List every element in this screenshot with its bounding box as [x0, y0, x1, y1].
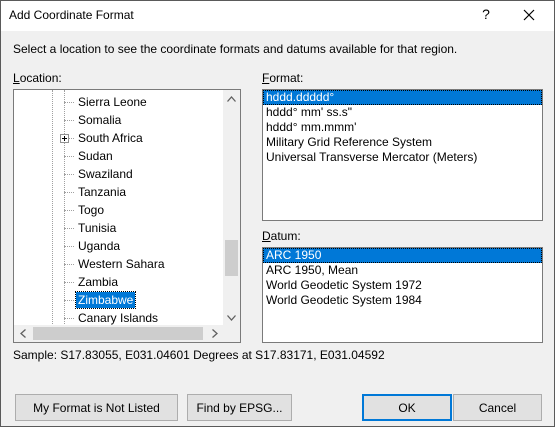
location-label: Location:	[13, 71, 62, 85]
tree-branch-line	[64, 210, 74, 211]
datum-listbox[interactable]: ARC 1950 ARC 1950, Mean World Geodetic Sys…	[262, 247, 543, 343]
tree-branch-line	[64, 246, 74, 247]
cancel-button[interactable]: Cancel	[453, 394, 542, 421]
tree-item[interactable]: Tanzania	[76, 184, 128, 200]
tree-item[interactable]: Uganda	[76, 238, 122, 254]
window-title: Add Coordinate Format	[9, 8, 134, 22]
scroll-down-icon[interactable]	[223, 309, 240, 326]
list-item[interactable]: ARC 1950, Mean	[263, 263, 542, 278]
tree-branch-line	[64, 156, 74, 157]
instruction-text: Select a location to see the coordinate …	[13, 42, 458, 56]
list-item[interactable]: Military Grid Reference System	[263, 135, 542, 150]
tree-item[interactable]: Canary Islands	[76, 310, 160, 326]
scroll-up-icon[interactable]	[223, 90, 240, 107]
tree-item[interactable]: Somalia	[76, 112, 123, 128]
location-horizontal-scrollbar[interactable]	[14, 325, 223, 342]
tree-branch-line	[64, 228, 74, 229]
tree-item[interactable]: Zambia	[76, 274, 120, 290]
tree-item[interactable]: Zimbabwe	[74, 291, 137, 309]
sample-text: Sample: S17.83055, E031.04601 Degrees at…	[13, 348, 385, 362]
scroll-left-icon[interactable]	[14, 325, 31, 342]
ok-button[interactable]: OK	[362, 394, 452, 421]
tree-item[interactable]: Tunisia	[76, 220, 118, 236]
tree-branch-line	[64, 192, 74, 193]
scroll-right-icon[interactable]	[206, 325, 223, 342]
tree-guide-line	[52, 90, 53, 326]
tree-branch-line	[64, 120, 74, 121]
format-listbox[interactable]: hddd.ddddd° hddd° mm' ss.s" hddd° mm.mmm' M…	[262, 89, 543, 221]
list-item[interactable]: hddd° mm.mmm'	[263, 120, 542, 135]
horizontal-scroll-thumb[interactable]	[33, 327, 203, 340]
tree-branch-line	[64, 102, 74, 103]
location-vertical-scrollbar[interactable]	[223, 90, 240, 326]
tree-branch-line	[64, 318, 74, 319]
format-label: Format:	[262, 71, 304, 85]
list-item[interactable]: World Geodetic System 1984	[263, 293, 542, 308]
list-item[interactable]: hddd.ddddd°	[263, 90, 542, 105]
list-item[interactable]: World Geodetic System 1972	[263, 278, 542, 293]
datum-label: Datum:	[262, 229, 301, 243]
tree-branch-line	[64, 282, 74, 283]
scrollbar-corner	[223, 325, 240, 342]
tree-item[interactable]: South Africa	[76, 130, 145, 146]
tree-item[interactable]: Sudan	[76, 148, 115, 164]
tree-item[interactable]: Sierra Leone	[76, 94, 149, 110]
tree-item[interactable]: Togo	[76, 202, 106, 218]
find-by-epsg-button[interactable]: Find by EPSG...	[187, 394, 292, 421]
list-item[interactable]: ARC 1950	[263, 248, 542, 263]
vertical-scroll-thumb[interactable]	[225, 240, 238, 276]
tree-rows: Sierra Leone Somalia South Africa Sudan Swaz…	[14, 90, 224, 326]
expand-plus-icon[interactable]	[60, 134, 69, 143]
my-format-not-listed-button[interactable]: My Format is Not Listed	[15, 394, 178, 421]
tree-guide-line	[64, 90, 65, 326]
tree-item[interactable]: Swaziland	[76, 166, 135, 182]
add-coordinate-format-dialog: Add Coordinate Format ? Select a locatio…	[0, 0, 555, 427]
title-bar: Add Coordinate Format ?	[1, 1, 554, 31]
list-item[interactable]: hddd° mm' ss.s"	[263, 105, 542, 120]
close-icon[interactable]	[514, 4, 544, 26]
tree-branch-line	[64, 174, 74, 175]
list-item[interactable]: Universal Transverse Mercator (Meters)	[263, 150, 542, 165]
location-tree[interactable]: Sierra Leone Somalia South Africa Sudan Swaz…	[13, 89, 241, 343]
tree-branch-line	[64, 300, 74, 301]
help-button[interactable]: ?	[479, 6, 493, 22]
tree-branch-line	[64, 264, 74, 265]
tree-item[interactable]: Western Sahara	[76, 256, 167, 272]
